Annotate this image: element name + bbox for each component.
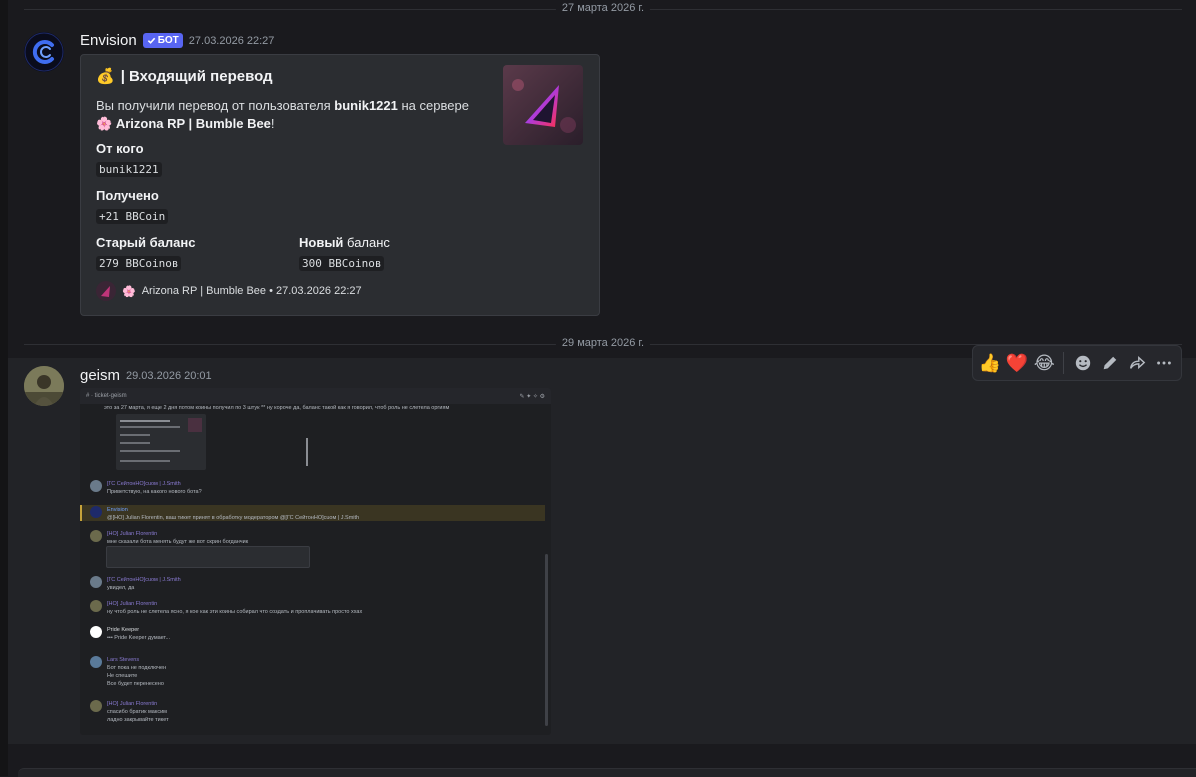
left-strip xyxy=(0,0,8,776)
mini-row: Pride Keeper ••• Pride Keeper думает... xyxy=(90,626,170,642)
mini-avatar xyxy=(90,530,102,542)
forward-arrow-icon xyxy=(1130,355,1146,370)
arizona-logo-icon xyxy=(503,65,583,145)
channel-name: # · ticket-geism xyxy=(86,393,127,399)
mini-scrollbar xyxy=(545,554,548,726)
image-attachment[interactable]: # · ticket-geism ✎ ✦ ✧ ⚙ это за 27 марта… xyxy=(80,388,551,735)
field-new-balance-value: 300 BBCoinов xyxy=(299,256,385,271)
mini-avatar xyxy=(90,576,102,588)
thumbs-up-reaction-button[interactable]: 👍 xyxy=(977,349,1002,377)
message-header: geism 29.03.2026 20:01 xyxy=(80,367,212,384)
check-icon xyxy=(147,37,155,44)
avatar[interactable] xyxy=(24,32,64,72)
date-divider-1: 27 марта 2026 г. xyxy=(24,2,1182,14)
money-bag-icon: 💰 xyxy=(96,68,115,85)
mini-avatar xyxy=(90,656,102,668)
laugh-reaction-button[interactable]: 😂 xyxy=(1032,349,1057,377)
message-header: Envision БОТ 27.03.2026 22:27 xyxy=(80,32,274,49)
field-received-label: Получено xyxy=(96,188,159,203)
date-divider-label: 27 марта 2026 г. xyxy=(555,2,651,14)
username[interactable]: geism xyxy=(80,367,120,384)
embed-thumbnail[interactable] xyxy=(503,65,583,145)
message-envision[interactable]: Envision БОТ 27.03.2026 22:27 💰 | Входящ… xyxy=(8,24,1196,324)
mini-text: это за 27 марта, я еще 2 дня потом коины… xyxy=(104,405,450,411)
heart-reaction-button[interactable]: ❤️ xyxy=(1004,349,1029,377)
footer-icon xyxy=(96,281,116,301)
field-old-balance-label: Старый баланс xyxy=(96,235,196,250)
embed-card: 💰 | Входящий перевод Вы получили перевод… xyxy=(80,54,600,316)
mini-row: Lars Stevens Бот пока не подключен Не спеш… xyxy=(90,656,166,688)
mini-file-preview xyxy=(106,546,310,568)
more-options-button[interactable] xyxy=(1152,349,1177,377)
mini-avatar xyxy=(90,626,102,638)
date-divider-label: 29 марта 2026 г. xyxy=(555,337,651,349)
mini-row: [НО] Julian Florentin мне сказали бота ме… xyxy=(90,530,248,546)
user-avatar-icon xyxy=(24,366,64,406)
mini-row: [ГС СейтонНО]cuoм | J.Smith Приветствую, … xyxy=(90,480,202,496)
mini-avatar xyxy=(90,700,102,712)
field-from-label: От кого xyxy=(96,141,144,156)
edit-button[interactable] xyxy=(1097,349,1122,377)
field-received-value: +21 BBCoin xyxy=(96,209,169,224)
message-geism[interactable]: geism 29.03.2026 20:01 # · ticket-geism … xyxy=(8,358,1196,744)
username[interactable]: Envision xyxy=(80,32,137,49)
cherry-blossom-icon: 🌸 xyxy=(96,116,113,131)
mini-avatar xyxy=(90,480,102,492)
mini-row: [НО] Julian Florentin ну чтоб роль не сле… xyxy=(90,600,362,616)
mini-row: Envision @[НО] Julian Florentin, ваш тике… xyxy=(90,506,359,522)
message-action-bar: 👍 ❤️ 😂 xyxy=(972,345,1182,381)
mini-divider xyxy=(306,438,308,466)
more-dots-icon xyxy=(1157,361,1172,365)
embed-title: 💰 | Входящий перевод xyxy=(96,67,273,86)
timestamp[interactable]: 29.03.2026 20:01 xyxy=(126,370,212,382)
bot-tag: БОТ xyxy=(142,33,183,48)
mini-avatar xyxy=(90,600,102,612)
emoji-smile-icon xyxy=(1075,355,1090,371)
avatar[interactable] xyxy=(24,366,64,406)
topbar-icons: ✎ ✦ ✧ ⚙ xyxy=(519,393,545,400)
forward-button[interactable] xyxy=(1124,349,1149,377)
field-new-balance-label: Новый баланс xyxy=(299,235,390,250)
mini-row: [ГС СейтонНО]cuoм | J.Smith увидел, да xyxy=(90,576,181,592)
embed-description: Вы получили перевод от пользователя buni… xyxy=(96,98,469,131)
mini-row: [НО] Julian Florentin спасибо братик макс… xyxy=(90,700,169,724)
mini-embed xyxy=(116,414,206,470)
timestamp[interactable]: 27.03.2026 22:27 xyxy=(189,35,275,47)
mini-avatar xyxy=(90,506,102,518)
field-old-balance-value: 279 BBCoinов xyxy=(96,256,182,271)
embed-footer: 🌸 Arizona RP | Bumble Bee • 27.03.2026 2… xyxy=(96,281,362,301)
field-from-value: bunik1221 xyxy=(96,162,162,177)
envision-logo-icon xyxy=(24,32,64,72)
add-reaction-button[interactable] xyxy=(1070,349,1095,377)
attachment-topbar: # · ticket-geism ✎ ✦ ✧ ⚙ xyxy=(80,388,551,404)
action-bar-separator xyxy=(1062,352,1064,374)
pencil-icon xyxy=(1103,356,1117,370)
cherry-blossom-icon: 🌸 xyxy=(122,285,136,298)
